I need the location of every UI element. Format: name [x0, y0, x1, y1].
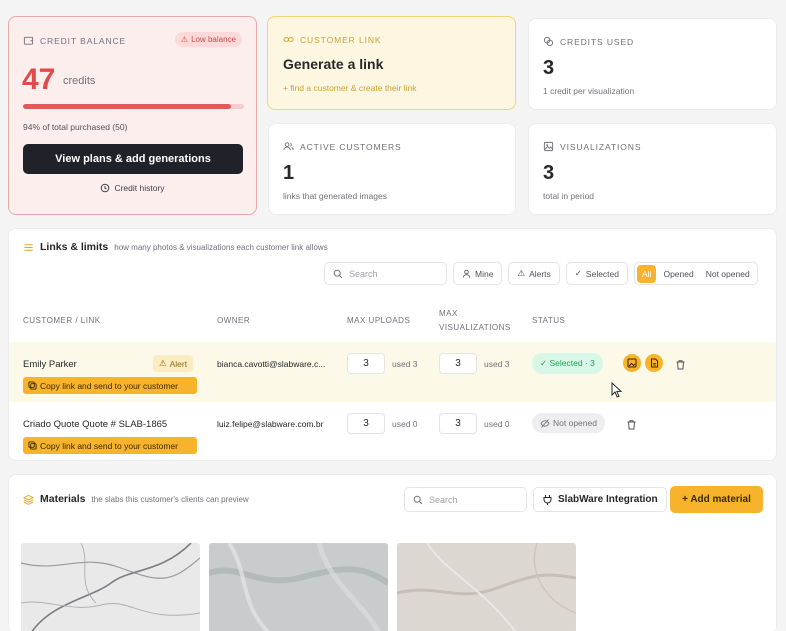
customer-link-label: CUSTOMER LINK — [283, 34, 381, 45]
add-material-button[interactable]: + Add material — [670, 486, 763, 513]
materials-title: Materials — [40, 493, 86, 505]
warning-icon: ⚠ — [517, 268, 526, 278]
table-row: Criado Quote Quote # SLAB-1865 Copy link… — [9, 402, 776, 462]
view-plans-button[interactable]: View plans & add generations — [23, 144, 243, 174]
customer-name: Emily Parker — [23, 359, 77, 370]
copy-link-button[interactable]: Copy link and send to your customer — [23, 377, 197, 394]
col-max-viz-line1: MAX — [439, 309, 458, 318]
alert-badge: ⚠ Alert — [153, 355, 194, 372]
slabware-integration-button[interactable]: SlabWare Integration — [533, 487, 667, 512]
materials-search-input[interactable]: Search — [404, 487, 527, 512]
materials-section: Materials the slabs this customer's clie… — [8, 474, 777, 631]
col-status: STATUS — [532, 316, 566, 325]
credit-percent-text: 94% of total purchased (50) — [23, 122, 128, 132]
credit-history-link[interactable]: Credit history — [9, 183, 256, 193]
gallery-icon — [543, 141, 554, 152]
low-balance-badge: ⚠ Low balance — [174, 32, 242, 47]
credits-used-value: 3 — [543, 57, 555, 79]
col-customer: CUSTOMER / LINK — [23, 316, 101, 325]
document-icon — [650, 358, 658, 368]
users-icon — [283, 142, 294, 151]
document-action-button[interactable] — [645, 354, 663, 372]
max-visualizations-input[interactable]: 3 — [439, 353, 477, 374]
layers-icon — [23, 494, 34, 505]
eye-off-icon — [540, 418, 550, 428]
list-icon — [24, 243, 33, 251]
active-customers-sub: links that generated images — [283, 191, 387, 201]
visualizations-card: VISUALIZATIONS 3 total in period — [528, 123, 777, 215]
col-owner: OWNER — [217, 316, 251, 325]
segment-opened[interactable]: Opened — [658, 265, 698, 283]
wallet-icon — [23, 36, 34, 45]
table-row: Emily Parker ⚠ Alert Copy link and send … — [9, 342, 776, 402]
max-visualizations-input[interactable]: 3 — [439, 413, 477, 434]
material-thumbnail-marble-grey[interactable] — [209, 543, 388, 631]
material-thumbnail-marble-beige[interactable] — [397, 543, 576, 631]
copy-link-button[interactable]: Copy link and send to your customer — [23, 437, 197, 454]
trash-icon — [676, 359, 684, 369]
delete-button[interactable] — [624, 417, 638, 431]
links-search-input[interactable]: Search — [324, 262, 447, 285]
copy-icon — [28, 441, 37, 450]
gallery-action-button[interactable] — [623, 354, 641, 372]
max-uploads-input[interactable]: 3 — [347, 353, 385, 374]
credit-unit: credits — [63, 75, 96, 87]
uploads-used: used 0 — [392, 419, 418, 429]
links-title: Links & limits — [40, 241, 109, 253]
status-badge: Not opened — [532, 413, 605, 433]
trash-icon — [627, 419, 635, 429]
history-icon — [101, 183, 110, 193]
col-max-uploads: MAX UPLOADS — [347, 316, 411, 325]
status-badge: ✓ Selected · 3 — [532, 353, 603, 374]
delete-button[interactable] — [673, 357, 687, 371]
credit-progress-fill — [23, 104, 231, 109]
search-icon — [333, 269, 343, 278]
credit-progress-bar — [23, 104, 244, 109]
filter-selected[interactable]: ✓ Selected — [565, 262, 629, 285]
owner-email: luiz.felipe@slabware.com.br — [217, 419, 324, 429]
user-icon — [462, 269, 471, 278]
check-icon: ✓ — [574, 268, 582, 278]
credit-value: 47 — [22, 63, 56, 96]
material-thumbnail-marble-white[interactable] — [21, 543, 200, 631]
status-segmented-control: All Opened Not opened — [634, 262, 758, 285]
visualizations-value: 3 — [543, 162, 555, 184]
visualizations-sub: total in period — [543, 191, 595, 201]
owner-email: bianca.cavotti@slabware.c... — [217, 359, 326, 369]
generate-link-subtitle: + find a customer & create their link — [283, 83, 417, 93]
mouse-cursor-icon — [611, 382, 623, 398]
warning-icon: ⚠ — [180, 35, 189, 44]
links-filters: Search Mine ⚠ Alerts ✓ Selected All Open… — [324, 262, 758, 285]
coins-icon — [543, 36, 554, 47]
uploads-used: used 3 — [392, 359, 418, 369]
active-customers-card: ACTIVE CUSTOMERS 1 links that generated … — [268, 123, 516, 215]
visualizations-used: used 3 — [484, 359, 510, 369]
links-section-header: Links & limits how many photos & visuali… — [23, 241, 328, 253]
max-uploads-input[interactable]: 3 — [347, 413, 385, 434]
segment-not-opened[interactable]: Not opened — [701, 265, 755, 283]
visualizations-used: used 0 — [484, 419, 510, 429]
materials-subtitle: the slabs this customer's clients can pr… — [91, 494, 249, 504]
segment-all[interactable]: All — [637, 264, 657, 283]
copy-icon — [28, 381, 37, 390]
warning-icon: ⚠ — [159, 358, 167, 368]
plug-icon — [543, 495, 552, 505]
search-icon — [413, 495, 423, 504]
active-customers-value: 1 — [283, 162, 295, 184]
links-limits-section: Links & limits how many photos & visuali… — [8, 228, 777, 461]
generate-link-title: Generate a link — [283, 56, 384, 72]
generate-link-card[interactable]: CUSTOMER LINK Generate a link + find a c… — [267, 16, 516, 110]
filter-alerts[interactable]: ⚠ Alerts — [508, 262, 560, 285]
credits-used-sub: 1 credit per visualization — [543, 86, 635, 96]
link-icon — [283, 37, 294, 42]
links-subtitle: how many photos & visualizations each cu… — [114, 242, 328, 252]
credits-used-card: CREDITS USED 3 1 credit per visualizatio… — [528, 18, 777, 110]
materials-header: Materials the slabs this customer's clie… — [23, 493, 249, 505]
customer-name: Criado Quote Quote # SLAB-1865 — [23, 419, 168, 430]
credit-balance-label: CREDIT BALANCE — [23, 35, 126, 46]
col-max-viz-line2: VISUALIZATIONS — [439, 323, 511, 332]
gallery-icon — [627, 358, 637, 368]
filter-mine[interactable]: Mine — [453, 262, 503, 285]
credit-balance-card: CREDIT BALANCE ⚠ Low balance 47 credits … — [8, 16, 257, 215]
